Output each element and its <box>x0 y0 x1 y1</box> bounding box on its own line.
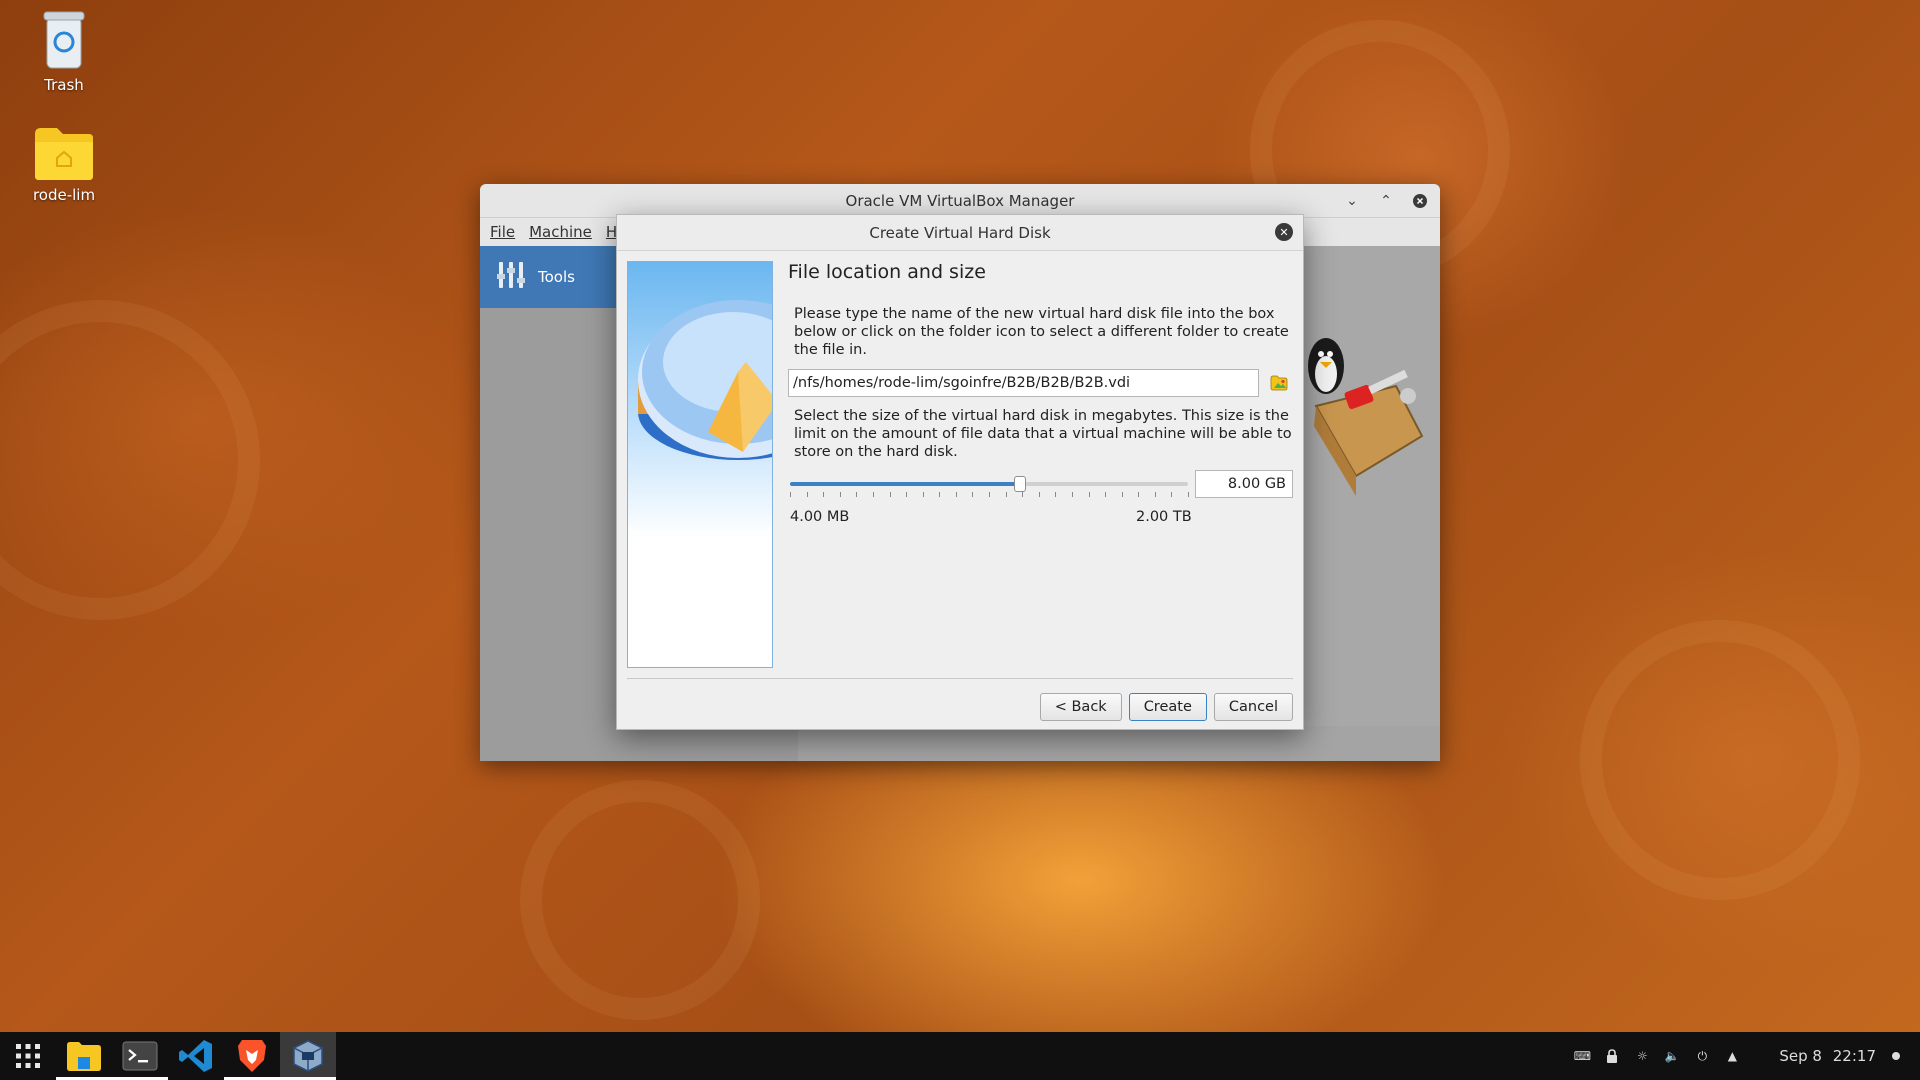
desktop-icon-home-folder[interactable]: rode-lim <box>9 126 119 204</box>
system-tray: ⌨ ☼ 🔈 ⏻ ▲ Sep 8 22:17 <box>1574 1032 1920 1080</box>
size-slider-handle[interactable] <box>1013 476 1026 492</box>
slider-tick <box>955 492 957 497</box>
slider-tick <box>790 492 791 497</box>
tools-icon <box>496 260 526 294</box>
back-button-label: Back <box>1071 699 1107 715</box>
wizard-side-image <box>627 261 773 668</box>
slider-tick <box>889 492 891 497</box>
min-size-label: 4.00 MB <box>790 509 850 525</box>
close-icon[interactable] <box>1410 191 1430 211</box>
slider-tick <box>806 492 808 497</box>
desktop-icon-label: rode-lim <box>32 186 96 204</box>
tools-label: Tools <box>538 268 575 286</box>
max-size-label: 2.00 TB <box>1136 509 1192 525</box>
slider-tick <box>839 492 841 497</box>
page-title: File location and size <box>788 261 986 283</box>
cancel-button[interactable]: Cancel <box>1213 693 1293 721</box>
app-grid-icon[interactable] <box>0 1032 56 1080</box>
slider-tick <box>972 492 974 497</box>
slider-tick <box>1022 492 1024 497</box>
desktop-icon-label: Trash <box>44 76 84 94</box>
manager-titlebar[interactable]: Oracle VM VirtualBox Manager ⌄ ⌃ <box>480 184 1440 218</box>
maximize-icon[interactable]: ⌃ <box>1376 191 1396 211</box>
virtualbox-mascot-icon <box>1296 326 1426 500</box>
slider-tick <box>989 492 990 497</box>
tray-expand-icon[interactable]: ▲ <box>1725 1049 1739 1063</box>
slider-tick <box>922 492 924 497</box>
clock-date: Sep 8 <box>1779 1047 1822 1065</box>
slider-tick <box>856 492 858 497</box>
menu-file[interactable]: File <box>490 223 515 241</box>
lock-icon[interactable] <box>1605 1049 1619 1063</box>
wallpaper-swirl <box>0 300 260 620</box>
size-slider-track[interactable] <box>790 482 1188 486</box>
size-range-labels: 4.00 MB 2.00 TB <box>788 509 1293 529</box>
size-description: Select the size of the virtual hard disk… <box>794 408 1292 460</box>
dialog-titlebar[interactable]: Create Virtual Hard Disk ✕ <box>617 215 1303 251</box>
size-input[interactable] <box>1195 470 1293 498</box>
slider-tick <box>1088 492 1090 497</box>
slider-tick <box>872 492 874 497</box>
terminal-icon[interactable] <box>112 1032 168 1080</box>
folder-browse-icon[interactable] <box>1265 369 1293 397</box>
slider-tick <box>823 492 825 497</box>
slider-tick <box>1105 492 1107 497</box>
dialog-close-icon[interactable]: ✕ <box>1275 223 1293 241</box>
back-button[interactable]: < Back <box>1039 693 1122 721</box>
wallpaper-swirl <box>1580 620 1860 900</box>
back-button-prefix: < <box>1054 699 1072 715</box>
brightness-icon[interactable]: ☼ <box>1635 1049 1649 1063</box>
dialog-separator <box>627 678 1293 679</box>
slider-tick <box>939 492 941 497</box>
size-slider-row <box>788 467 1293 503</box>
brave-icon[interactable] <box>224 1032 280 1080</box>
size-slider-ticks <box>790 492 1189 498</box>
location-description: Please type the name of the new virtual … <box>794 306 1289 358</box>
slider-tick <box>1171 492 1173 497</box>
vscode-icon[interactable] <box>168 1032 224 1080</box>
dialog-content: File location and size Please type the n… <box>788 261 1293 529</box>
create-button[interactable]: Create <box>1128 693 1207 721</box>
dialog-button-row: < Back Create Cancel <box>1039 693 1293 721</box>
volume-icon[interactable]: 🔈 <box>1665 1049 1680 1063</box>
slider-tick <box>1121 492 1123 497</box>
menu-machine[interactable]: Machine <box>529 223 592 241</box>
trash-icon <box>41 8 87 70</box>
keyboard-icon[interactable]: ⌨ <box>1574 1049 1591 1063</box>
slider-tick <box>1071 492 1073 497</box>
manager-title: Oracle VM VirtualBox Manager <box>845 191 1075 210</box>
slider-tick <box>1005 492 1007 497</box>
taskbar: ⌨ ☼ 🔈 ⏻ ▲ Sep 8 22:17 <box>0 1032 1920 1080</box>
notification-dot-icon[interactable] <box>1892 1052 1900 1060</box>
virtualbox-icon[interactable] <box>280 1032 336 1080</box>
wallpaper-swirl <box>520 780 760 1020</box>
slider-tick <box>1188 492 1189 497</box>
size-slider-fill <box>790 482 1020 486</box>
slider-tick <box>1154 492 1156 497</box>
files-icon[interactable] <box>56 1032 112 1080</box>
hard-disk-illustration-icon <box>638 300 772 460</box>
location-row <box>788 369 1293 397</box>
slider-tick <box>906 492 908 497</box>
file-location-input[interactable] <box>788 369 1260 397</box>
slider-tick <box>1138 492 1140 497</box>
slider-tick <box>1038 492 1040 497</box>
clock-time: 22:17 <box>1832 1047 1876 1065</box>
home-folder-icon <box>33 126 95 180</box>
power-icon[interactable]: ⏻ <box>1695 1049 1709 1063</box>
dialog-title: Create Virtual Hard Disk <box>869 223 1051 242</box>
clock[interactable]: Sep 8 22:17 <box>1779 1047 1876 1065</box>
desktop-icon-trash[interactable]: Trash <box>9 8 119 94</box>
minimize-icon[interactable]: ⌄ <box>1342 191 1362 211</box>
slider-tick <box>1055 492 1057 497</box>
create-virtual-hard-disk-dialog[interactable]: Create Virtual Hard Disk ✕ File location… <box>616 214 1304 730</box>
